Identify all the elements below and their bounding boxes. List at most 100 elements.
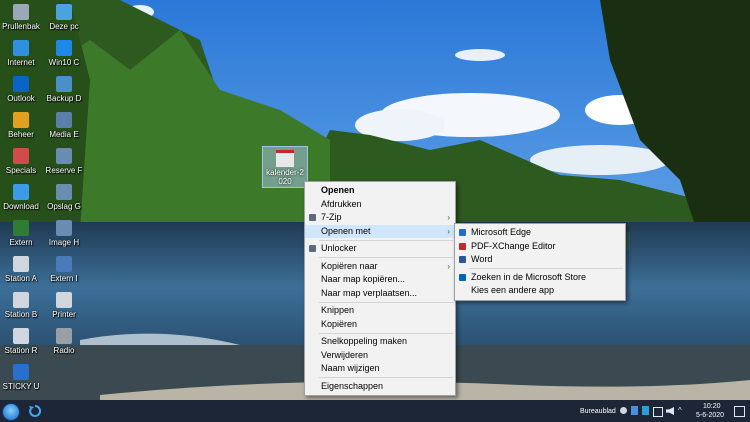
desktop-icon-label: Outlook <box>7 94 35 103</box>
menu-item-kopieren[interactable]: Kopiëren <box>305 318 455 332</box>
desktop-icon-media-e[interactable]: Media E <box>45 112 83 139</box>
menu-item-label: Unlocker <box>321 243 357 253</box>
menu-item-naam-wijzigen[interactable]: Naam wijzigen <box>305 362 455 376</box>
drive-r-icon <box>13 328 29 344</box>
desktop-icon-label: Extern <box>9 238 33 247</box>
menu-item-label: Afdrukken <box>321 198 362 209</box>
file-label-line2: 020 <box>278 177 292 186</box>
desktop-icon-station-b[interactable]: Station B <box>2 292 40 319</box>
unlocker-icon <box>309 245 316 252</box>
menu-separator <box>319 332 453 334</box>
menu-item-verwijderen[interactable]: Verwijderen <box>305 349 455 363</box>
clock-date[interactable]: 5-6-2020 <box>696 412 724 419</box>
desktop-toolbar-label[interactable]: Bureaublad <box>580 408 616 415</box>
desktop-icon-label: STICKY U <box>2 382 40 391</box>
menu-item-microsoft-edge[interactable]: Microsoft Edge <box>455 226 625 240</box>
desktop-icon-label: Station R <box>4 346 38 355</box>
menu-item-naar-map-verplaatsen[interactable]: Naar map verplaatsen... <box>305 287 455 301</box>
desktop-icon-download[interactable]: Download <box>2 184 40 211</box>
desktop-icon-deze-pc[interactable]: Deze pc <box>45 4 83 31</box>
media-icon <box>56 112 72 128</box>
desktop-icon-label: Prullenbak <box>2 22 40 31</box>
desktop-icon-label: Station B <box>4 310 38 319</box>
menu-item-afdrukken[interactable]: Afdrukken <box>305 198 455 212</box>
desktop-icon-radio[interactable]: Radio <box>45 328 83 355</box>
menu-item-label: Kies een andere app <box>471 285 555 295</box>
desktop: Prullenbak Deze pc Internet Win10 C Outlook B… <box>0 0 750 422</box>
desktop-icon-win10-c[interactable]: Win10 C <box>45 40 83 67</box>
start-button[interactable] <box>2 403 20 421</box>
menu-item-label: Naar map verplaatsen... <box>321 287 418 298</box>
chevron-up-icon[interactable]: ^ <box>678 406 682 415</box>
menu-item-label: Kopiëren <box>321 318 358 329</box>
menu-item-word[interactable]: Word <box>455 253 625 267</box>
desktop-icon-reserve-f[interactable]: Reserve F <box>45 148 83 175</box>
desktop-icon-extern[interactable]: Extern <box>2 220 40 247</box>
desktop-icon-outlook[interactable]: Outlook <box>2 76 40 103</box>
chevron-right-icon: › <box>447 226 450 236</box>
pdf-xchange-icon <box>459 242 466 250</box>
volume-icon[interactable] <box>666 407 674 415</box>
security-icon[interactable] <box>642 406 649 415</box>
desktop-icon-label: Beheer <box>8 130 34 139</box>
menu-separator <box>469 268 623 269</box>
menu-item-openen[interactable]: Openen <box>305 184 455 198</box>
taskbar: Bureaublad ^ 10:20 5-6-2020 <box>0 400 750 422</box>
drive-b-icon <box>13 292 29 308</box>
backup-icon <box>56 76 72 92</box>
menu-item-label: Verwijderen <box>321 349 369 360</box>
menu-item-openen-met[interactable]: Openen met › <box>305 224 455 238</box>
desktop-icon-extern-i[interactable]: Extern I <box>45 256 83 283</box>
menu-item-naar-map-kopieren[interactable]: Naar map kopiëren... <box>305 273 455 287</box>
desktop-icon-prullenbak[interactable]: Prullenbak <box>2 4 40 31</box>
menu-item-7-zip[interactable]: 7-Zip › <box>305 211 455 225</box>
desktop-icon-printer[interactable]: Printer <box>45 292 83 319</box>
desktop-icon-label: Specials <box>5 166 37 175</box>
menu-item-pdf-xchange-editor[interactable]: PDF-XChange Editor <box>455 240 625 254</box>
menu-item-unlocker[interactable]: Unlocker <box>305 242 455 256</box>
external-drive-icon <box>56 256 72 272</box>
desktop-icon-label: Station A <box>4 274 38 283</box>
desktop-icon-backup-d[interactable]: Backup D <box>45 76 83 103</box>
menu-item-label: Eigenschappen <box>321 380 384 391</box>
desktop-icon-beheer[interactable]: Beheer <box>2 112 40 139</box>
desktop-icon-station-r[interactable]: Station R <box>2 328 40 355</box>
desktop-icon-label: Backup D <box>46 94 82 103</box>
menu-item-kopieren-naar[interactable]: Kopiëren naar › <box>305 260 455 274</box>
notification-icon[interactable] <box>734 406 745 417</box>
menu-item-eigenschappen[interactable]: Eigenschappen <box>305 380 455 394</box>
this-pc-icon <box>56 4 72 20</box>
menu-item-zoeken-in-de-microsoft-store[interactable]: Zoeken in de Microsoft Store <box>455 271 625 285</box>
reserve-drive-icon <box>56 148 72 164</box>
menu-separator <box>319 239 453 241</box>
menu-item-label: Zoeken in de Microsoft Store <box>471 271 587 282</box>
desktop-icon-sticky-u[interactable]: STICKY U <box>2 364 40 391</box>
desktop-icon-label: Deze pc <box>49 22 79 31</box>
refresh-icon[interactable] <box>28 404 42 418</box>
tray-icons: ^ <box>620 406 690 417</box>
store-icon <box>459 273 466 281</box>
printer-icon <box>56 292 72 308</box>
desktop-icon-label: Reserve F <box>45 166 83 175</box>
menu-item-kies-een-andere-app[interactable]: Kies een andere app <box>455 284 625 298</box>
image-drive-icon <box>56 220 72 236</box>
desktop-icon-station-a[interactable]: Station A <box>2 256 40 283</box>
desktop-icon-internet[interactable]: Internet <box>2 40 40 67</box>
download-icon <box>13 184 29 200</box>
network-icon[interactable] <box>653 407 663 417</box>
desktop-icon-label: Printer <box>52 310 76 319</box>
selected-file-icon[interactable]: kalender-2 020 <box>262 146 308 188</box>
menu-item-snelkoppeling-maken[interactable]: Snelkoppeling maken <box>305 335 455 349</box>
menu-item-knippen[interactable]: Knippen <box>305 304 455 318</box>
clock-time[interactable]: 10:20 <box>703 403 721 410</box>
desktop-icon-opslag-g[interactable]: Opslag G <box>45 184 83 211</box>
people-icon[interactable] <box>620 407 627 414</box>
desktop-icon-specials[interactable]: Specials <box>2 148 40 175</box>
radio-icon <box>56 328 72 344</box>
menu-item-label: 7-Zip <box>321 212 342 222</box>
desktop-icon-image-h[interactable]: Image H <box>45 220 83 247</box>
internet-explorer-icon <box>13 40 29 56</box>
bluetooth-icon[interactable] <box>631 406 638 415</box>
menu-item-label: Naam wijzigen <box>321 363 380 373</box>
win10-icon <box>56 40 72 56</box>
